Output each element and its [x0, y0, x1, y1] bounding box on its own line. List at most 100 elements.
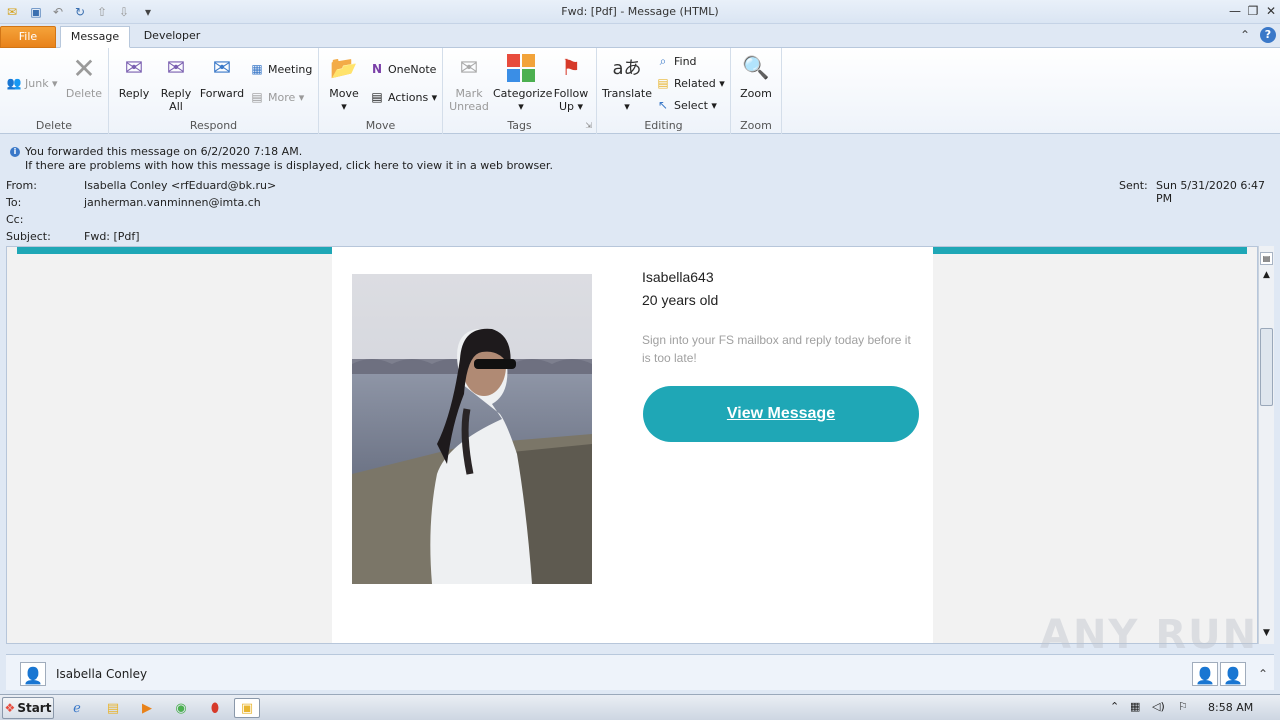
select-button[interactable]: ↖ Select ▾: [655, 96, 717, 114]
find-button[interactable]: ⌕ Find: [655, 52, 697, 70]
expand-people-pane-icon[interactable]: ⌃: [1258, 667, 1268, 681]
follow-up-button[interactable]: ⚑ Follow Up ▾: [551, 52, 591, 113]
flag-icon: ⚑: [561, 55, 581, 81]
zoom-button[interactable]: 🔍 Zoom: [736, 52, 776, 100]
avatar[interactable]: 👤: [1192, 662, 1218, 686]
message-header: i You forwarded this message on 6/2/2020…: [0, 134, 1280, 246]
minimize-ribbon-icon[interactable]: ⌃: [1240, 28, 1250, 42]
more-button[interactable]: ▤ More ▾: [249, 88, 304, 106]
actions-button[interactable]: ▤ Actions ▾: [369, 88, 437, 106]
page-icon[interactable]: ▤: [1260, 252, 1273, 265]
translate-button[interactable]: aあ Translate ▾: [601, 52, 653, 113]
categorize-button[interactable]: Categorize ▾: [493, 52, 552, 113]
sign-in-prompt: Sign into your FS mailbox and reply toda…: [642, 333, 911, 365]
delete-button[interactable]: ✕ Delete: [64, 52, 104, 100]
group-move: 📂 Move ▾ N OneNote ▤ Actions ▾ Move: [319, 48, 443, 134]
avatar[interactable]: 👤: [1220, 662, 1246, 686]
junk-icon: 👥: [6, 76, 22, 90]
scroll-up-arrow-icon[interactable]: ▲: [1260, 270, 1273, 283]
volume-icon[interactable]: ◁): [1152, 700, 1165, 713]
watermark: ANY RUN: [1040, 612, 1259, 658]
folder-move-icon: 📂: [330, 55, 358, 81]
clock[interactable]: 8:58 AM: [1208, 701, 1253, 714]
ribbon: 👥 Junk ▾ ✕ Delete Delete ✉ Reply ✉ Reply …: [0, 48, 1280, 134]
outlook-taskbar-icon[interactable]: ▣: [234, 698, 260, 718]
forward-icon: ✉: [212, 55, 232, 81]
onenote-button[interactable]: N OneNote: [369, 60, 436, 78]
tab-developer[interactable]: Developer: [136, 26, 208, 48]
group-label: Respond: [189, 119, 238, 132]
profile-photo: [352, 274, 592, 584]
tab-file[interactable]: File: [0, 26, 56, 48]
forward-button[interactable]: ✉ Forward: [199, 52, 245, 100]
sent-value: Sun 5/31/2020 6:47 PM: [1156, 179, 1266, 205]
restore-icon[interactable]: ❐: [1244, 2, 1262, 20]
minimize-icon[interactable]: —: [1226, 2, 1244, 20]
avatar[interactable]: 👤: [20, 662, 46, 686]
media-player-icon[interactable]: ▶: [134, 698, 160, 718]
magnifier-icon: 🔍: [742, 55, 770, 81]
view-message-button[interactable]: View Message: [643, 386, 919, 442]
ribbon-tabs: File Message Developer ⌃ ?: [0, 24, 1280, 48]
sent-label: Sent:: [1119, 179, 1148, 192]
profile-age: 20 years old: [642, 292, 719, 308]
translate-icon: aあ: [612, 57, 642, 79]
teal-top-bar: [17, 247, 333, 254]
group-tags: ✉ Mark Unread Categorize ▾ ⚑ Follow Up ▾ …: [443, 48, 597, 134]
show-hidden-icons[interactable]: ⌃: [1110, 700, 1119, 713]
related-button[interactable]: ▤ Related ▾: [655, 74, 724, 92]
teal-top-bar: [933, 247, 1247, 254]
scroll-down-arrow-icon[interactable]: ▼: [1260, 628, 1273, 641]
explorer-icon[interactable]: ▤: [100, 698, 126, 718]
delete-x-icon: ✕: [72, 51, 96, 85]
network-icon[interactable]: ▦: [1130, 700, 1140, 713]
message-body[interactable]: Isabella643 20 years old Sign into your …: [6, 246, 1258, 644]
mark-unread-icon: ✉: [459, 55, 479, 81]
opera-icon[interactable]: ⬮: [202, 698, 228, 718]
flag-tray-icon[interactable]: ⚐: [1178, 700, 1188, 713]
people-pane: 👤 Isabella Conley 👤 👤 ⌃: [6, 654, 1274, 690]
junk-button[interactable]: 👥 Junk ▾: [6, 74, 58, 92]
dialog-launcher-icon[interactable]: ⇲: [585, 121, 592, 130]
reply-button[interactable]: ✉ Reply: [115, 52, 153, 100]
group-label: Editing: [644, 119, 683, 132]
actions-icon: ▤: [371, 90, 383, 104]
cursor-icon: ↖: [657, 98, 669, 112]
reply-all-button[interactable]: ✉ Reply All: [157, 52, 195, 113]
to-value[interactable]: janherman.vanminnen@imta.ch: [84, 196, 261, 209]
windows-logo-icon: ❖: [4, 701, 16, 715]
profile-name: Isabella643: [642, 269, 714, 285]
view-in-browser-link[interactable]: If there are problems with how this mess…: [25, 159, 553, 172]
onenote-icon: N: [371, 62, 383, 76]
reply-all-icon: ✉: [166, 55, 186, 81]
forwarded-notice: You forwarded this message on 6/2/2020 7…: [25, 145, 303, 158]
subject-value: Fwd: [Pdf]: [84, 230, 140, 243]
contact-name[interactable]: Isabella Conley: [56, 667, 147, 681]
group-delete: 👥 Junk ▾ ✕ Delete Delete: [0, 48, 109, 134]
chrome-icon[interactable]: ◉: [168, 698, 194, 718]
window-title: Fwd: [Pdf] - Message (HTML): [561, 5, 719, 18]
more-icon: ▤: [251, 90, 263, 104]
related-icon: ▤: [657, 76, 669, 90]
group-editing: aあ Translate ▾ ⌕ Find ▤ Related ▾ ↖ Select ▾…: [597, 48, 731, 134]
vertical-scrollbar[interactable]: ▤ ▲ ▼: [1258, 246, 1274, 644]
close-icon[interactable]: ✕: [1262, 2, 1280, 20]
mark-unread-button[interactable]: ✉ Mark Unread: [447, 52, 491, 113]
help-icon[interactable]: ?: [1260, 27, 1276, 43]
group-label: Move: [365, 119, 396, 132]
taskbar: ❖ Start ℯ ▤ ▶ ◉ ⬮ ▣ ⌃ ▦ ◁) ⚐ 8:58 AM: [0, 694, 1280, 720]
tab-message[interactable]: Message: [60, 26, 130, 48]
move-button[interactable]: 📂 Move ▾: [325, 52, 363, 113]
scrollbar-thumb[interactable]: [1260, 328, 1273, 406]
calendar-icon: ▦: [251, 62, 263, 76]
meeting-button[interactable]: ▦ Meeting: [249, 60, 312, 78]
binoculars-icon: ⌕: [659, 54, 667, 68]
group-respond: ✉ Reply ✉ Reply All ✉ Forward ▦ Meeting ▤…: [109, 48, 319, 134]
categorize-icon: [505, 52, 537, 84]
title-bar: ✉ ▣ ↶ ↻ ⇧ ⇩ ▾ Fwd: [Pdf] - Message (HTML…: [0, 0, 1280, 24]
from-value[interactable]: Isabella Conley <rfEduard@bk.ru>: [84, 179, 276, 192]
ie-icon[interactable]: ℯ: [64, 698, 90, 718]
info-icon: i: [10, 147, 20, 157]
from-label: From:: [6, 179, 37, 192]
start-button[interactable]: ❖ Start: [2, 697, 54, 719]
